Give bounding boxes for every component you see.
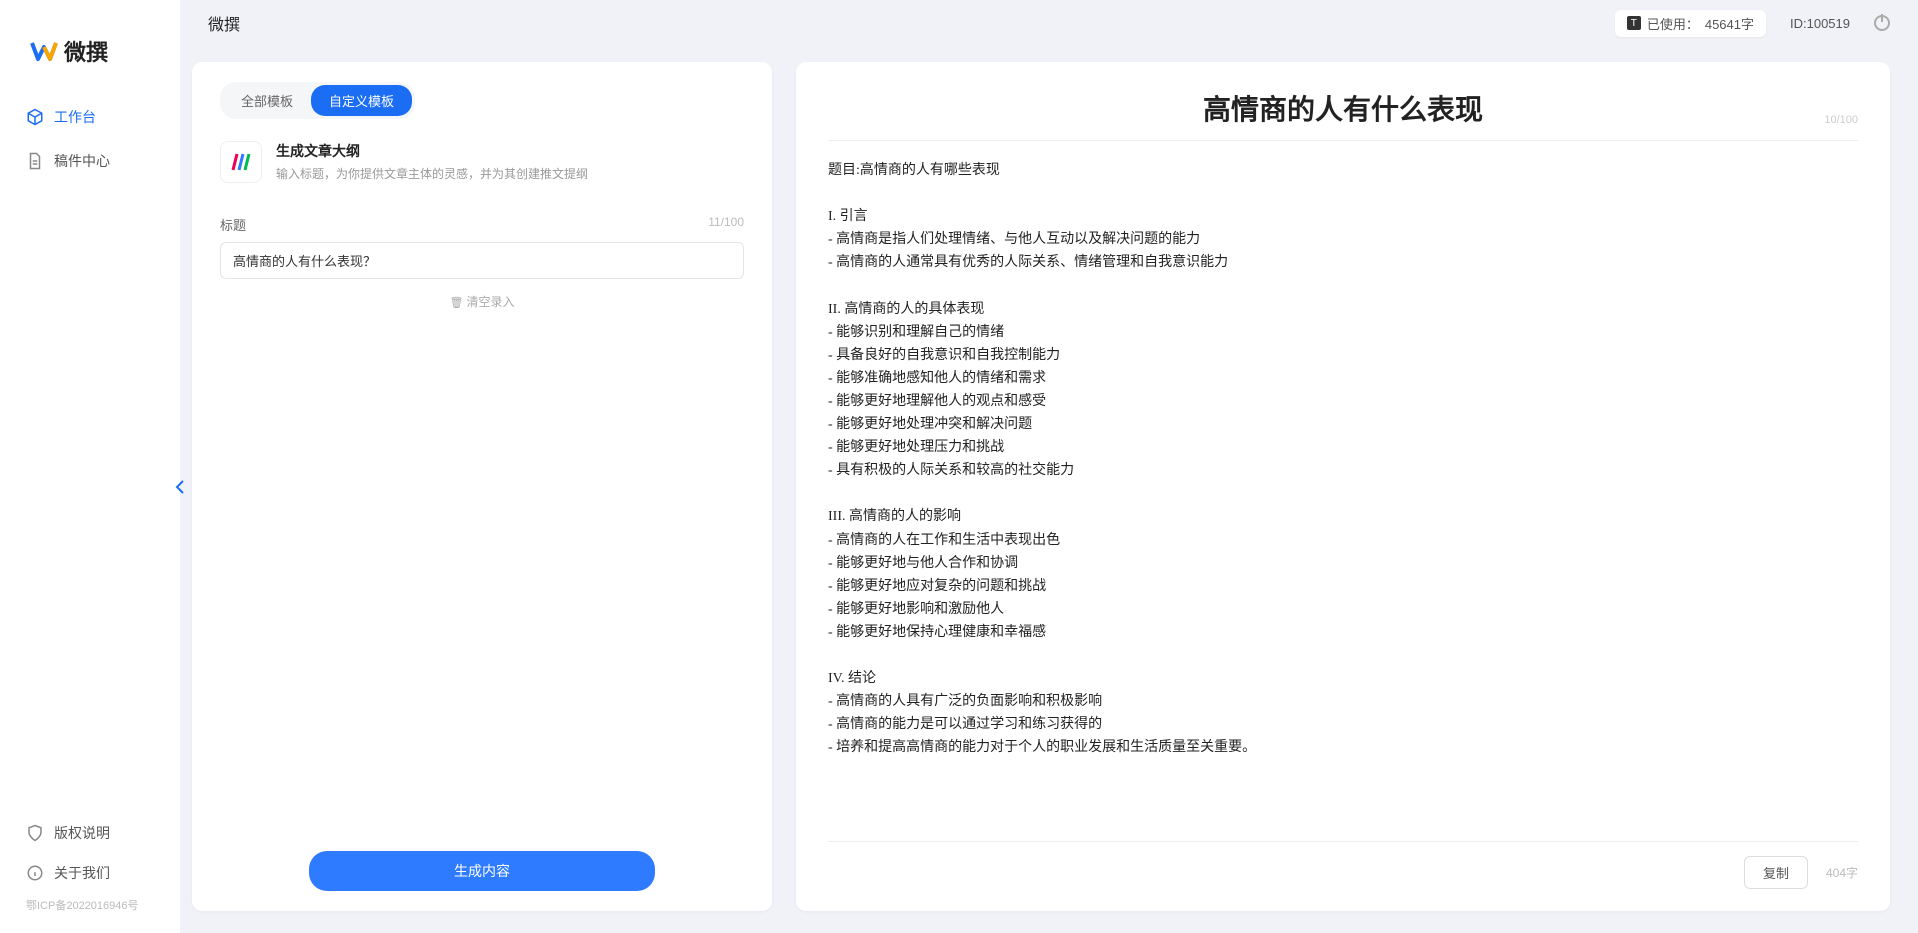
field-char-count: 11/100 xyxy=(708,215,744,234)
usage-value: 45641字 xyxy=(1705,14,1754,33)
tab-all-templates[interactable]: 全部模板 xyxy=(223,85,311,116)
nav-item-workbench[interactable]: 工作台 xyxy=(12,97,168,137)
word-count: 404字 xyxy=(1826,864,1858,881)
template-tabs: 全部模板 自定义模板 xyxy=(220,82,415,119)
usage-badge-icon: T xyxy=(1627,16,1641,30)
nav: 工作台 稿件中心 xyxy=(0,97,180,181)
icp-text: 鄂ICP备2022016946号 xyxy=(12,893,168,925)
info-icon xyxy=(26,864,44,882)
doc-title-count: 10/100 xyxy=(1824,114,1858,126)
main: 微撰 T 已使用： 45641字 ID:100519 全部模板 自定义模板 xyxy=(180,0,1918,933)
usage-label: 已使用： xyxy=(1647,14,1699,33)
nav-item-about[interactable]: 关于我们 xyxy=(12,853,168,893)
logo: 微撰 xyxy=(0,35,180,97)
nav-item-label: 工作台 xyxy=(54,107,96,127)
doc-title-wrap: 高情商的人有什么表现 10/100 xyxy=(828,88,1858,141)
page-title: 微撰 xyxy=(208,11,240,35)
template-desc: 输入标题，为你提供文章主体的灵感，并为其创建推文提纲 xyxy=(276,165,588,182)
sidebar-collapse-handle[interactable] xyxy=(172,475,188,499)
logo-mark-icon xyxy=(30,37,58,65)
field-label: 标题 xyxy=(220,215,246,234)
doc-title[interactable]: 高情商的人有什么表现 xyxy=(828,88,1858,128)
sidebar-bottom: 版权说明 关于我们 鄂ICP备2022016946号 xyxy=(0,813,180,933)
tab-custom-templates[interactable]: 自定义模板 xyxy=(311,85,412,116)
nav-item-label: 版权说明 xyxy=(54,823,110,843)
doc-footer: 复制 404字 xyxy=(828,841,1858,889)
template-meta: 生成文章大纲 输入标题，为你提供文章主体的灵感，并为其创建推文提纲 xyxy=(276,141,588,182)
user-id: ID:100519 xyxy=(1790,16,1850,31)
nav-item-drafts[interactable]: 稿件中心 xyxy=(12,141,168,181)
sidebar: 微撰 工作台 稿件中心 版权说明 xyxy=(0,0,180,933)
usage-pill[interactable]: T 已使用： 45641字 xyxy=(1615,10,1766,37)
doc-body[interactable]: 题目:高情商的人有哪些表现 I. 引言 - 高情商是指人们处理情绪、与他人互动以… xyxy=(828,159,1858,831)
clear-input-button[interactable]: 清空录入 xyxy=(220,293,744,310)
logo-text: 微撰 xyxy=(64,35,108,67)
left-panel: 全部模板 自定义模板 生成文章大纲 输入标题，为你提供文章主体的灵感，并为其创建… xyxy=(192,62,772,911)
content: 全部模板 自定义模板 生成文章大纲 输入标题，为你提供文章主体的灵感，并为其创建… xyxy=(180,46,1918,933)
title-field: 标题 11/100 xyxy=(220,215,744,279)
cube-icon xyxy=(26,108,44,126)
shield-icon xyxy=(26,824,44,842)
template-card: 生成文章大纲 输入标题，为你提供文章主体的灵感，并为其创建推文提纲 xyxy=(220,141,744,183)
topbar-right: T 已使用： 45641字 ID:100519 xyxy=(1615,10,1890,37)
title-input[interactable] xyxy=(220,242,744,279)
power-icon[interactable] xyxy=(1874,15,1890,31)
template-icon xyxy=(220,141,262,183)
nav-item-copyright[interactable]: 版权说明 xyxy=(12,813,168,853)
nav-item-label: 稿件中心 xyxy=(54,151,110,171)
generate-button[interactable]: 生成内容 xyxy=(309,851,655,891)
right-panel: 高情商的人有什么表现 10/100 题目:高情商的人有哪些表现 I. 引言 - … xyxy=(796,62,1890,911)
copy-button[interactable]: 复制 xyxy=(1744,856,1808,889)
nav-item-label: 关于我们 xyxy=(54,863,110,883)
template-title: 生成文章大纲 xyxy=(276,141,588,161)
topbar: 微撰 T 已使用： 45641字 ID:100519 xyxy=(180,0,1918,46)
doc-icon xyxy=(26,152,44,170)
